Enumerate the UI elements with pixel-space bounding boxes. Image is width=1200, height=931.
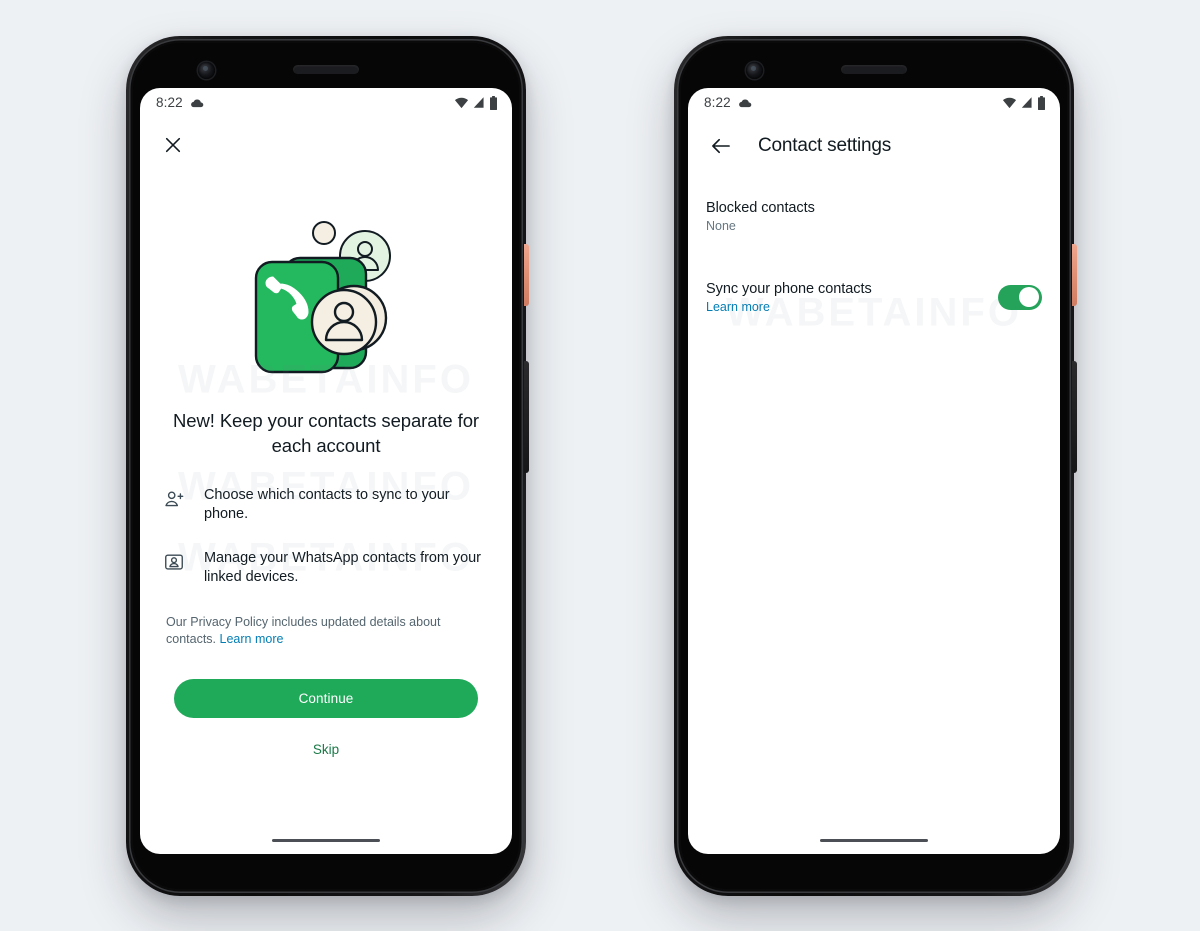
row-spacer bbox=[688, 243, 1060, 269]
setting-title: Sync your phone contacts bbox=[706, 280, 872, 297]
contact-card-icon bbox=[162, 551, 186, 573]
toggle-knob bbox=[1019, 287, 1039, 307]
back-arrow-icon bbox=[712, 138, 730, 153]
wifi-icon bbox=[1002, 97, 1017, 109]
close-button[interactable] bbox=[158, 130, 188, 160]
power-button[interactable] bbox=[524, 243, 529, 306]
earpiece-speaker bbox=[841, 64, 907, 74]
volume-rocker-button[interactable] bbox=[524, 360, 529, 473]
status-time: 8:22 bbox=[156, 95, 183, 110]
screen-onboarding: 8:22 WABETAINFO WABETAINFO WABETAINFO Ne… bbox=[140, 87, 512, 854]
wifi-icon bbox=[454, 97, 469, 109]
setting-row-blocked-contacts[interactable]: Blocked contacts None bbox=[688, 188, 1060, 243]
status-bar-left: 8:22 bbox=[704, 95, 752, 110]
feature-list: Choose which contacts to sync to your ph… bbox=[140, 458, 512, 588]
signal-icon bbox=[1021, 97, 1032, 108]
gesture-pill[interactable] bbox=[272, 838, 380, 843]
page-title: Contact settings bbox=[758, 134, 892, 156]
front-camera-icon bbox=[746, 61, 763, 79]
learn-more-link[interactable]: Learn more bbox=[706, 300, 872, 314]
settings-body: WABETAINFO Contact settings Blocked cont… bbox=[688, 118, 1060, 828]
front-camera-icon bbox=[198, 61, 215, 79]
feature-label: Manage your WhatsApp contacts from your … bbox=[204, 549, 481, 586]
setting-main: Blocked contacts None bbox=[706, 200, 815, 233]
status-time: 8:22 bbox=[704, 95, 731, 110]
skip-button[interactable]: Skip bbox=[295, 736, 357, 763]
status-bar-right bbox=[1002, 95, 1046, 110]
signal-icon bbox=[473, 97, 484, 108]
gesture-nav-bar[interactable] bbox=[688, 828, 1060, 854]
close-icon bbox=[165, 137, 181, 152]
gesture-nav-bar[interactable] bbox=[140, 828, 512, 854]
cta-area: Continue Skip bbox=[140, 649, 512, 763]
back-button[interactable] bbox=[706, 131, 736, 161]
sync-contacts-toggle[interactable] bbox=[998, 284, 1042, 310]
screen-contact-settings: 8:22 WABETAINFO Contact settings Blocked… bbox=[688, 87, 1060, 854]
power-button[interactable] bbox=[1072, 243, 1077, 306]
status-bar: 8:22 bbox=[140, 88, 512, 118]
contacts-card-illustration bbox=[254, 220, 391, 373]
volume-rocker-button[interactable] bbox=[1072, 360, 1077, 473]
setting-title: Blocked contacts bbox=[706, 199, 815, 216]
setting-main: Sync your phone contacts Learn more bbox=[706, 281, 872, 314]
setting-subtitle: None bbox=[706, 218, 736, 233]
learn-more-link[interactable]: Learn more bbox=[220, 632, 284, 646]
feature-item: Choose which contacts to sync to your ph… bbox=[162, 486, 486, 525]
battery-icon bbox=[1038, 95, 1045, 110]
page-title: New! Keep your contacts separate for eac… bbox=[173, 409, 479, 456]
close-row bbox=[140, 118, 512, 172]
hero-illustration-wrap bbox=[140, 172, 512, 408]
onboarding-body: WABETAINFO WABETAINFO WABETAINFO New! Ke… bbox=[140, 118, 512, 828]
privacy-policy-text: Our Privacy Policy includes updated deta… bbox=[166, 614, 441, 647]
phone-onboarding: 8:22 WABETAINFO WABETAINFO WABETAINFO Ne… bbox=[126, 35, 529, 896]
phone-contact-settings: 8:22 WABETAINFO Contact settings Blocked… bbox=[674, 35, 1077, 896]
continue-button[interactable]: Continue bbox=[174, 678, 478, 718]
earpiece-speaker bbox=[293, 64, 359, 74]
gesture-pill[interactable] bbox=[820, 838, 928, 843]
setting-row-sync-contacts[interactable]: Sync your phone contacts Learn more bbox=[688, 269, 1060, 324]
feature-label: Choose which contacts to sync to your ph… bbox=[204, 486, 450, 523]
status-bar-left: 8:22 bbox=[156, 95, 204, 110]
settings-list: Blocked contacts None Sync your phone co… bbox=[688, 174, 1060, 324]
status-bar-right bbox=[454, 95, 498, 110]
feature-item: Manage your WhatsApp contacts from your … bbox=[162, 549, 486, 588]
battery-icon bbox=[490, 95, 497, 110]
phone-mockup-stage: 8:22 WABETAINFO WABETAINFO WABETAINFO Ne… bbox=[0, 0, 1200, 931]
app-bar: Contact settings bbox=[688, 118, 1060, 174]
status-bar: 8:22 bbox=[688, 88, 1060, 118]
cloud-icon bbox=[738, 99, 751, 108]
cloud-icon bbox=[190, 99, 203, 108]
privacy-policy-note: Our Privacy Policy includes updated deta… bbox=[140, 588, 512, 649]
person-add-icon bbox=[162, 488, 186, 510]
